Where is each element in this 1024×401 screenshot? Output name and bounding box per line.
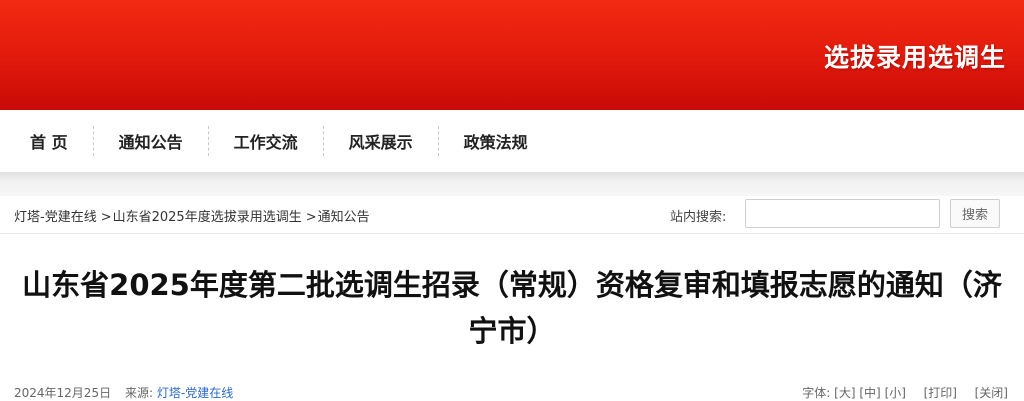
search-button[interactable]: 搜索 xyxy=(950,199,1000,228)
article-tools: 字体: [大] [中] [小] [打印] [关闭] xyxy=(802,384,1008,401)
nav-item-notices[interactable]: 通知公告 xyxy=(94,126,208,156)
close-button[interactable]: [关闭] xyxy=(975,386,1008,400)
nav-item-showcase[interactable]: 风采展示 xyxy=(324,126,438,156)
breadcrumb-link-notices[interactable]: 通知公告 xyxy=(318,210,370,225)
print-button[interactable]: [打印] xyxy=(924,386,957,400)
article-source: 来源: 灯塔-党建在线 xyxy=(125,384,233,401)
font-size-medium-button[interactable]: [中] xyxy=(859,386,880,400)
nav-item-work-exchange[interactable]: 工作交流 xyxy=(209,126,323,156)
source-link[interactable]: 灯塔-党建在线 xyxy=(157,386,233,400)
breadcrumb-separator: > xyxy=(305,210,317,225)
site-search-input[interactable] xyxy=(745,199,940,228)
breadcrumb-link-home[interactable]: 灯塔-党建在线 xyxy=(14,210,97,225)
publish-date: 2024年12月25日 xyxy=(14,386,112,400)
nav-item-policies[interactable]: 政策法规 xyxy=(439,126,553,156)
nav-item-home[interactable]: 首 页 xyxy=(0,126,93,156)
site-title: 选拔录用选调生 xyxy=(823,43,1006,72)
breadcrumb-link-program[interactable]: 山东省2025年度选拔录用选调生 xyxy=(113,210,302,225)
breadcrumb-bar: 灯塔-党建在线 >山东省2025年度选拔录用选调生 >通知公告 站内搜索: 搜索 xyxy=(0,196,1024,234)
site-search-label: 站内搜索: xyxy=(670,210,727,225)
main-nav: 首 页 通知公告 工作交流 风采展示 政策法规 xyxy=(0,110,1024,172)
font-size-large-button[interactable]: [大] xyxy=(834,386,855,400)
font-size-small-button[interactable]: [小] xyxy=(885,386,906,400)
breadcrumb: 灯塔-党建在线 >山东省2025年度选拔录用选调生 >通知公告 xyxy=(14,206,370,225)
article-meta: 2024年12月25日 来源: 灯塔-党建在线 字体: [大] [中] [小] … xyxy=(0,382,1024,400)
article-title: 山东省2025年度第二批选调生招录（常规）资格复审和填报志愿的通知（济宁市） xyxy=(22,268,1002,348)
source-label: 来源: xyxy=(125,386,154,400)
font-size-label: 字体: xyxy=(802,386,831,400)
site-banner: 选拔录用选调生 xyxy=(0,0,1024,110)
nav-shadow-band xyxy=(0,172,1024,196)
breadcrumb-separator: > xyxy=(100,210,112,225)
